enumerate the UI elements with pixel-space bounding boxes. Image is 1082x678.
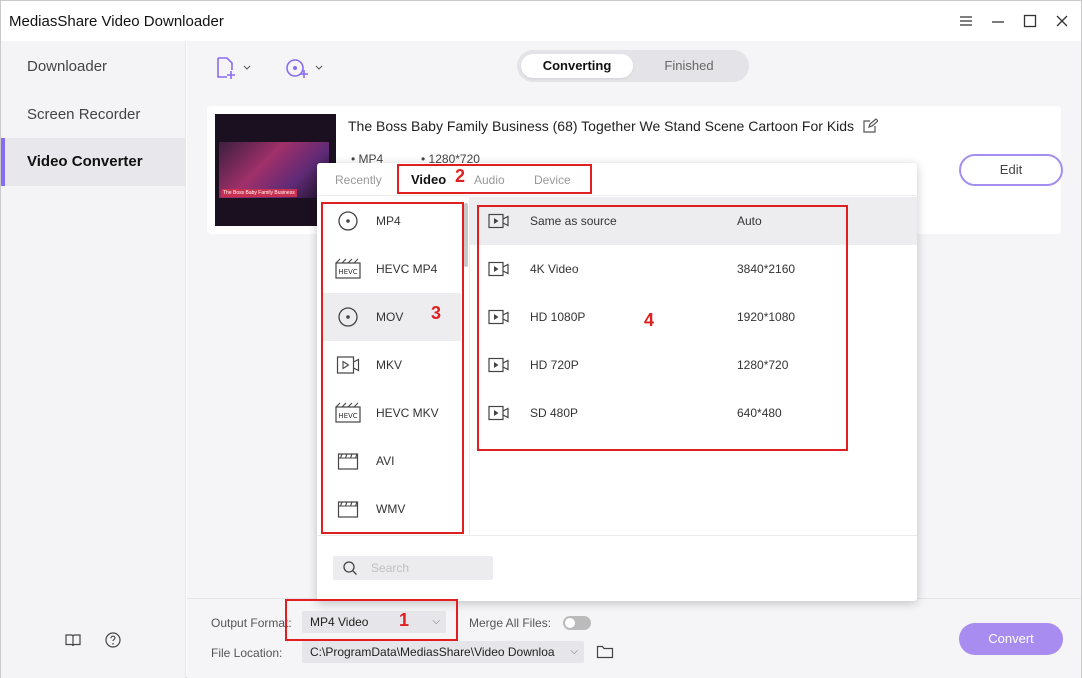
format-search bbox=[333, 556, 493, 580]
output-format-label: Output Format: bbox=[211, 616, 292, 630]
edit-button[interactable]: Edit bbox=[959, 154, 1063, 186]
hevc-icon: HEVC bbox=[335, 402, 361, 424]
format-item-avi[interactable]: AVI bbox=[321, 437, 461, 485]
resolution-name: Same as source bbox=[530, 214, 617, 228]
video-icon bbox=[488, 404, 512, 422]
panel-divider bbox=[317, 535, 917, 536]
resolution-item-1080p[interactable]: HD 1080P 1920*1080 bbox=[470, 293, 917, 341]
folder-icon[interactable] bbox=[596, 644, 614, 660]
disc-icon bbox=[335, 210, 361, 232]
file-location-value: C:\ProgramData\MediasShare\Video Downloa bbox=[310, 645, 555, 659]
resolution-name: SD 480P bbox=[530, 406, 579, 420]
sidebar: Downloader Screen Recorder Video Convert… bbox=[1, 41, 186, 678]
sidebar-item-screen-recorder[interactable]: Screen Recorder bbox=[1, 91, 185, 139]
format-item-mkv[interactable]: MKV bbox=[321, 341, 461, 389]
output-format-value: MP4 Video bbox=[310, 615, 369, 629]
status-tabs: Converting Finished bbox=[517, 50, 749, 82]
format-label: WMV bbox=[376, 502, 406, 516]
book-icon[interactable] bbox=[64, 631, 82, 649]
svg-text:HEVC: HEVC bbox=[338, 412, 357, 420]
tab-video[interactable]: Video bbox=[411, 172, 446, 187]
search-input[interactable] bbox=[371, 559, 481, 577]
tab-finished[interactable]: Finished bbox=[633, 54, 745, 78]
format-label: AVI bbox=[376, 454, 395, 468]
add-file-icon bbox=[217, 57, 235, 79]
clapper-icon bbox=[335, 498, 361, 520]
tab-divider bbox=[317, 195, 917, 196]
format-item-mp4[interactable]: MP4 bbox=[321, 197, 461, 245]
resolution-name: HD 720P bbox=[530, 358, 579, 372]
close-icon[interactable] bbox=[1052, 11, 1072, 31]
convert-button[interactable]: Convert bbox=[959, 623, 1063, 655]
video-icon bbox=[488, 308, 512, 326]
file-location-select[interactable]: C:\ProgramData\MediasShare\Video Downloa… bbox=[302, 641, 584, 663]
video-file-icon bbox=[335, 354, 361, 376]
format-panel: Recently Video Audio Device MP4 HEVC HEV… bbox=[317, 163, 917, 601]
annotation-number-4: 4 bbox=[644, 310, 655, 330]
format-label: HEVC MKV bbox=[376, 406, 439, 420]
file-location-label: File Location: bbox=[211, 646, 283, 660]
chevron-down-icon bbox=[243, 65, 251, 70]
tab-converting[interactable]: Converting bbox=[521, 54, 633, 78]
bottom-bar: Output Format: MP4 Video ⌵ Merge All Fil… bbox=[187, 598, 1081, 678]
annotation-number-1: 1 bbox=[399, 610, 410, 630]
tab-recently[interactable]: Recently bbox=[335, 173, 382, 187]
add-file-button[interactable] bbox=[215, 55, 251, 81]
resolution-value: 640*480 bbox=[737, 406, 782, 420]
hevc-icon: HEVC bbox=[335, 258, 361, 280]
app-title: MediasShare Video Downloader bbox=[9, 13, 224, 30]
disc-add-icon bbox=[286, 59, 308, 78]
resolution-value: 3840*2160 bbox=[737, 262, 796, 276]
resolution-item-720p[interactable]: HD 720P 1280*720 bbox=[470, 341, 917, 389]
minimize-icon[interactable] bbox=[988, 11, 1008, 31]
resolution-item-4k[interactable]: 4K Video 3840*2160 bbox=[470, 245, 917, 293]
tab-audio[interactable]: Audio bbox=[474, 173, 505, 187]
format-item-wmv[interactable]: WMV bbox=[321, 485, 461, 533]
disc-icon bbox=[335, 306, 361, 328]
format-label: MKV bbox=[376, 358, 403, 372]
format-list-scrollbar[interactable] bbox=[464, 203, 468, 267]
resolution-item-480p[interactable]: SD 480P 640*480 bbox=[470, 389, 917, 437]
annotation-number-3: 3 bbox=[431, 303, 442, 323]
thumbnail-caption: The Boss Baby Family Business bbox=[221, 189, 297, 197]
video-icon bbox=[488, 212, 512, 230]
output-format-select[interactable]: MP4 Video ⌵ bbox=[302, 611, 446, 633]
resolution-value: 1920*1080 bbox=[737, 310, 796, 324]
help-icon[interactable] bbox=[104, 631, 122, 649]
merge-label: Merge All Files: bbox=[469, 616, 552, 630]
maximize-icon[interactable] bbox=[1020, 11, 1040, 31]
resolution-name: HD 1080P bbox=[530, 310, 586, 324]
format-label: MP4 bbox=[376, 214, 401, 228]
rename-icon[interactable] bbox=[862, 118, 879, 134]
resolution-name: 4K Video bbox=[530, 262, 579, 276]
resolution-value: Auto bbox=[737, 214, 762, 228]
chevron-down-icon: ⌵ bbox=[570, 646, 578, 657]
video-icon bbox=[488, 260, 512, 278]
video-icon bbox=[488, 356, 512, 374]
title-bar: MediasShare Video Downloader bbox=[1, 1, 1081, 41]
svg-text:HEVC: HEVC bbox=[338, 268, 357, 276]
resolution-item-source[interactable]: Same as source Auto bbox=[470, 197, 917, 245]
search-icon bbox=[343, 561, 357, 575]
chevron-down-icon: ⌵ bbox=[432, 616, 440, 627]
merge-toggle[interactable] bbox=[563, 616, 591, 630]
annotation-number-2: 2 bbox=[455, 166, 466, 186]
format-label: HEVC MP4 bbox=[376, 262, 438, 276]
format-label: MOV bbox=[376, 310, 404, 324]
resolution-value: 1280*720 bbox=[737, 358, 789, 372]
format-item-hevc-mp4[interactable]: HEVC HEVC MP4 bbox=[321, 245, 461, 293]
add-disc-button[interactable] bbox=[285, 55, 323, 81]
app-window: MediasShare Video Downloader Downloader … bbox=[0, 0, 1082, 678]
sidebar-item-downloader[interactable]: Downloader bbox=[1, 43, 185, 91]
clapper-icon bbox=[335, 450, 361, 472]
format-list: MP4 HEVC HEVC MP4 MOV MKV HEVC HEVC MKV … bbox=[321, 197, 465, 535]
format-item-hevc-mkv[interactable]: HEVC HEVC MKV bbox=[321, 389, 461, 437]
tab-device[interactable]: Device bbox=[534, 173, 571, 187]
chevron-down-icon bbox=[315, 65, 323, 70]
video-title: The Boss Baby Family Business (68) Toget… bbox=[348, 118, 855, 134]
sidebar-item-video-converter[interactable]: Video Converter bbox=[1, 138, 185, 186]
menu-icon[interactable] bbox=[956, 11, 976, 31]
